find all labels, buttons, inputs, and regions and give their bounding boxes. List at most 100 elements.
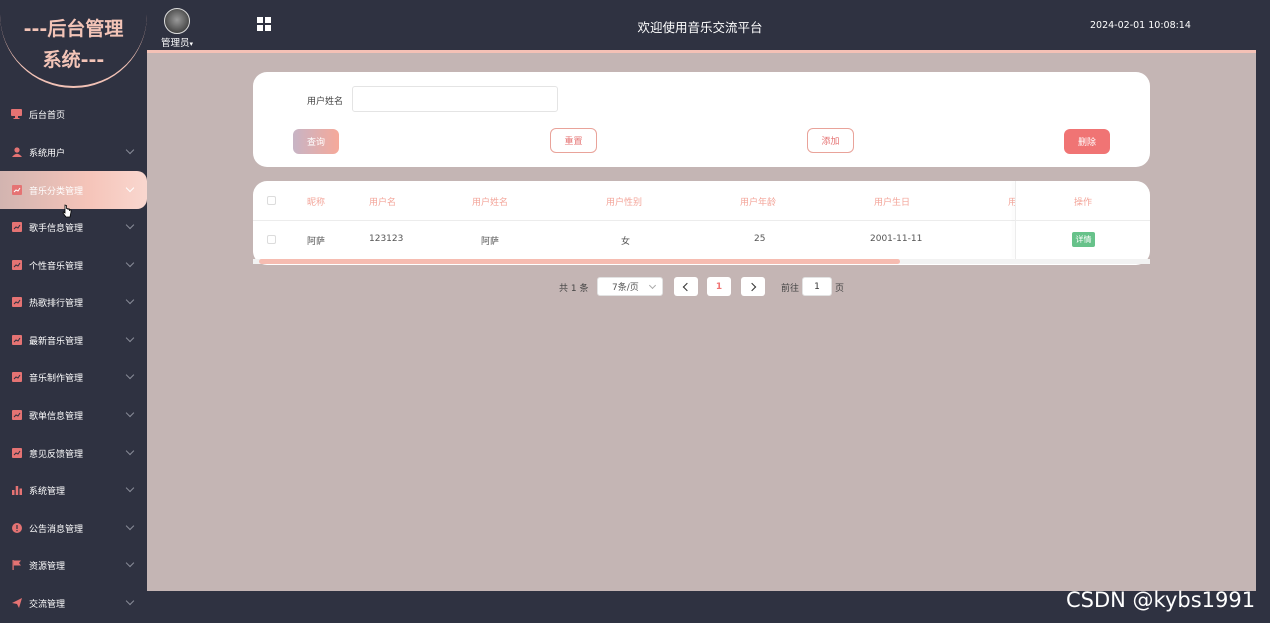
pagination-total: 共 1 条: [559, 284, 589, 294]
flag-icon: [11, 560, 22, 571]
send-icon: [11, 598, 22, 609]
chevron-down-icon: [125, 258, 135, 268]
sidebar-item-resources[interactable]: 资源管理: [0, 546, 147, 584]
sidebar-item-label: 后台首页: [29, 110, 66, 121]
scrollbar-thumb[interactable]: [259, 259, 900, 264]
chart-icon: [11, 185, 22, 196]
chevron-down-icon: [125, 596, 135, 606]
cell-age: 25: [754, 234, 766, 244]
add-button[interactable]: 添加: [807, 128, 854, 153]
mouse-cursor-icon: [62, 204, 72, 221]
column-header[interactable]: 用户名: [369, 195, 396, 208]
user-icon: [11, 147, 22, 158]
chevron-down-icon: [125, 295, 135, 305]
page-number-current[interactable]: 1: [707, 277, 731, 296]
prev-page-button[interactable]: [674, 277, 698, 296]
chevron-down-icon: [125, 521, 135, 531]
username-label: 用户姓名: [307, 97, 344, 107]
sidebar-item-announcements[interactable]: 公告消息管理: [0, 509, 147, 547]
chevron-down-icon: [125, 446, 135, 456]
sidebar-item-label: 音乐制作管理: [29, 373, 84, 384]
sidebar-item-label: 歌手信息管理: [29, 223, 84, 234]
sidebar-item-music-category[interactable]: 音乐分类管理: [0, 171, 147, 209]
cell-birthday: 2001-11-11: [870, 234, 923, 244]
chevron-down-icon: [125, 558, 135, 568]
sidebar-item-label: 资源管理: [29, 561, 66, 572]
chevron-left-icon: [682, 282, 692, 291]
sidebar-item-label: 交流管理: [29, 599, 66, 610]
column-header[interactable]: 用户姓名: [472, 195, 508, 208]
bar-chart-icon: [11, 485, 22, 496]
column-header[interactable]: 用户性别: [606, 195, 642, 208]
chart-icon: [11, 260, 22, 271]
chevron-down-icon: [125, 183, 135, 193]
page-title: 欢迎使用音乐交流平台: [637, 20, 763, 35]
datetime: 2024-02-01 10:08:14: [1090, 20, 1191, 31]
sidebar-item-singer-info[interactable]: 歌手信息管理: [0, 208, 147, 246]
user-menu[interactable]: 管理员▾: [161, 35, 193, 49]
sidebar-item-label: 最新音乐管理: [29, 336, 84, 347]
column-header[interactable]: 用户生日: [874, 195, 910, 208]
sidebar-item-system-users[interactable]: 系统用户: [0, 133, 147, 171]
sidebar-item-label: 热歌排行管理: [29, 298, 84, 309]
watermark: CSDN @kybs1991: [1066, 588, 1256, 612]
chart-icon: [11, 410, 22, 421]
goto-page-input[interactable]: 1: [802, 277, 832, 296]
goto-label: 前往: [781, 284, 800, 294]
sidebar-item-home[interactable]: 后台首页: [0, 95, 147, 133]
sidebar-item-label: 意见反馈管理: [29, 449, 84, 460]
row-checkbox[interactable]: [267, 235, 276, 244]
logo-line-2: 系统---: [42, 49, 105, 71]
app-logo: ---后台管理 系统---: [0, 14, 147, 76]
sidebar-item-hot-songs[interactable]: 热歌排行管理: [0, 283, 147, 321]
monitor-icon: [11, 109, 22, 120]
chevron-down-icon: [125, 408, 135, 418]
column-header: 操作: [1074, 198, 1093, 208]
sidebar-item-label: 音乐分类管理: [29, 186, 84, 197]
logo-line-1: ---后台管理: [23, 18, 124, 40]
chevron-down-icon: [125, 145, 135, 155]
column-header[interactable]: 昵称: [307, 195, 325, 208]
caret-down-icon: ▾: [189, 40, 194, 48]
sidebar-item-system-admin[interactable]: 系统管理: [0, 471, 147, 509]
sidebar-item-playlist-info[interactable]: 歌单信息管理: [0, 396, 147, 434]
chart-icon: [11, 372, 22, 383]
detail-button[interactable]: 详情: [1072, 232, 1095, 247]
cell-username: 123123: [369, 234, 404, 244]
username-search-input[interactable]: [352, 86, 558, 112]
chart-icon: [11, 448, 22, 459]
sidebar-item-label: 系统用户: [29, 148, 66, 159]
chart-icon: [11, 222, 22, 233]
sidebar-item-personal-music[interactable]: 个性音乐管理: [0, 246, 147, 284]
reset-button[interactable]: 重置: [550, 128, 597, 153]
select-all-checkbox[interactable]: [267, 196, 276, 205]
chevron-right-icon: [747, 282, 757, 291]
chart-icon: [11, 297, 22, 308]
page-size-select[interactable]: 7条/页: [597, 277, 663, 296]
next-page-button[interactable]: [741, 277, 765, 296]
sidebar-item-feedback[interactable]: 意见反馈管理: [0, 434, 147, 472]
sidebar-item-label: 公告消息管理: [29, 524, 84, 535]
chevron-down-icon: [125, 483, 135, 493]
page-size-value: 7条/页: [612, 283, 639, 293]
search-button[interactable]: 查询: [293, 129, 339, 154]
sidebar-item-communication[interactable]: 交流管理: [0, 584, 147, 622]
avatar[interactable]: [164, 8, 190, 34]
fixed-column-divider: [1015, 181, 1016, 259]
column-header[interactable]: 用户年龄: [740, 195, 776, 208]
chevron-down-icon: [648, 281, 657, 290]
sidebar-item-label: 个性音乐管理: [29, 261, 84, 272]
grid-menu-icon[interactable]: [257, 17, 271, 31]
sidebar-item-latest-music[interactable]: 最新音乐管理: [0, 321, 147, 359]
page-unit-label: 页: [835, 284, 845, 294]
chevron-down-icon: [125, 220, 135, 230]
sidebar-item-label: 系统管理: [29, 486, 66, 497]
delete-button[interactable]: 删除: [1064, 129, 1110, 154]
cell-realname: 阿萨: [481, 237, 500, 247]
sidebar-item-label: 歌单信息管理: [29, 411, 84, 422]
alert-icon: [11, 523, 22, 534]
cell-gender: 女: [621, 237, 631, 247]
cell-nickname: 阿萨: [307, 237, 326, 247]
chevron-down-icon: [125, 370, 135, 380]
sidebar-item-music-production[interactable]: 音乐制作管理: [0, 358, 147, 396]
